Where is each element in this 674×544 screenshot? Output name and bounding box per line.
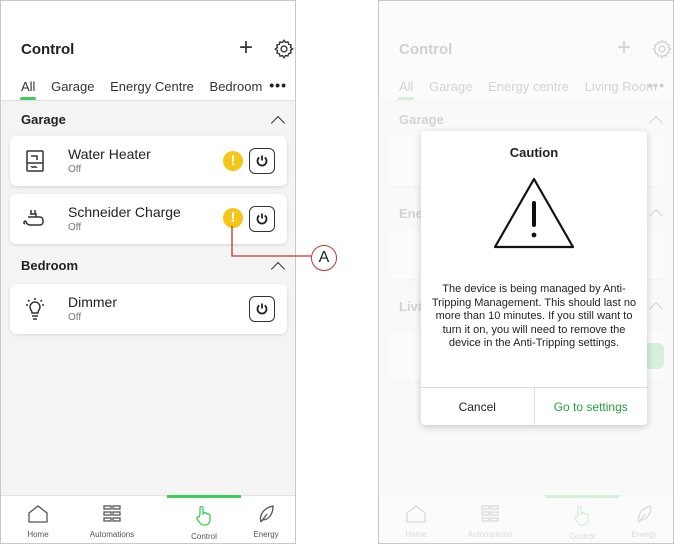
caution-dialog: Caution The device is being managed by A… <box>421 131 647 425</box>
callout-marker: A <box>311 245 337 271</box>
warning-triangle-icon <box>493 177 575 249</box>
dialog-message: The device is being managed by Anti-Trip… <box>431 283 637 349</box>
dialog-actions: Cancel Go to settings <box>421 387 647 425</box>
control-screen-with-dialog: Control + All Garage Energy centre Livin… <box>378 0 674 544</box>
dialog-title: Caution <box>509 145 559 160</box>
go-to-settings-button[interactable]: Go to settings <box>535 388 648 425</box>
cancel-button[interactable]: Cancel <box>421 388 535 425</box>
